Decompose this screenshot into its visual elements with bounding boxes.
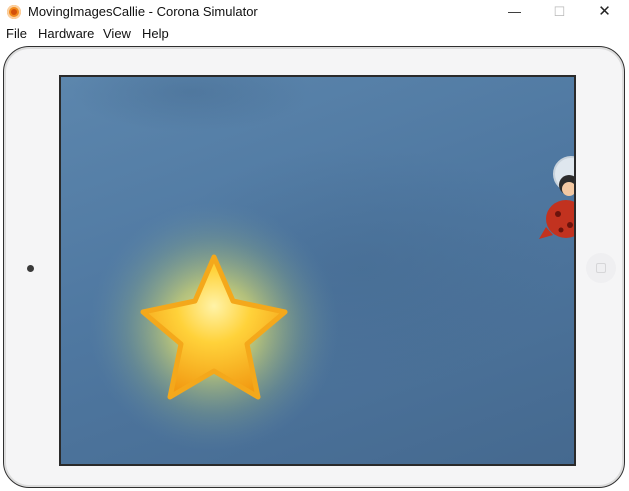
- menu-help[interactable]: Help: [142, 26, 169, 41]
- device-screen[interactable]: [59, 75, 576, 466]
- menu-view[interactable]: View: [103, 26, 131, 41]
- background-shadow-blob-top: [71, 77, 311, 132]
- menu-bar: File Hardware View Help: [0, 24, 629, 43]
- maximize-button[interactable]: ☐: [537, 0, 582, 24]
- window-title: MovingImagesCallie - Corona Simulator: [28, 4, 258, 19]
- minimize-button[interactable]: —: [492, 0, 537, 24]
- screen-canvas: [71, 77, 574, 452]
- menu-file[interactable]: File: [6, 26, 27, 41]
- title-bar: MovingImagesCallie - Corona Simulator — …: [0, 0, 629, 24]
- home-button[interactable]: [586, 253, 616, 283]
- menu-hardware[interactable]: Hardware: [38, 26, 94, 41]
- camera-icon: [27, 265, 34, 272]
- corona-simulator-icon: [7, 5, 21, 19]
- tablet-device-frame: [3, 46, 625, 488]
- home-button-icon: [596, 263, 606, 273]
- close-button[interactable]: ✕: [582, 0, 627, 24]
- simulator-area: [0, 43, 629, 491]
